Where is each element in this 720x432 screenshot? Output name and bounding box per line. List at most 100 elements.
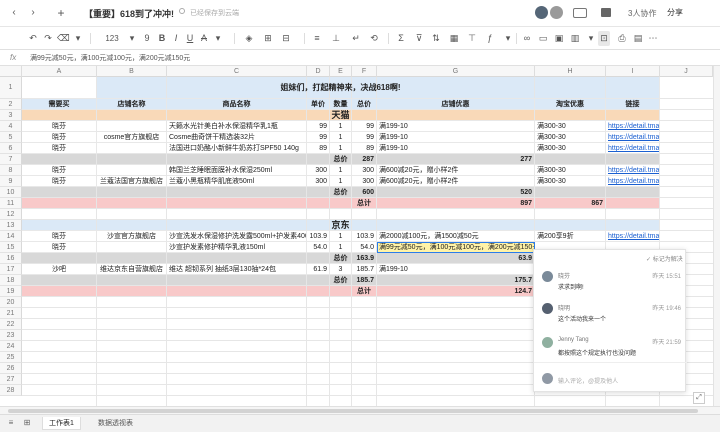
sheet-tab-1[interactable]: 工作表1 xyxy=(42,417,81,430)
cell-price[interactable]: 103.9 xyxy=(307,231,330,242)
align-left-icon[interactable]: ≡ xyxy=(311,31,323,46)
chart-icon[interactable]: ▥ xyxy=(569,31,581,46)
cell-shop-discount[interactable]: 满199-10 xyxy=(377,132,535,143)
font-size-icon[interactable]: 9 xyxy=(141,31,153,46)
cell-shop-discount[interactable]: 满600减20元，赠小样2件 xyxy=(377,176,535,187)
subtotal-discount[interactable]: 520 xyxy=(377,187,535,198)
cell-link[interactable]: https://detail.tmall xyxy=(606,121,660,132)
expand-icon[interactable]: ⤢ xyxy=(693,392,705,404)
cell-platform-discount[interactable]: 满300-30 xyxy=(535,176,606,187)
cell-product[interactable]: 沙宣护发素修护精华乳液150ml xyxy=(167,242,307,253)
cell-link[interactable]: https://detail.tmall xyxy=(606,143,660,154)
reply-input[interactable]: 输入评论，@提及他人 xyxy=(558,376,618,385)
link-icon[interactable]: ∞ xyxy=(521,31,533,46)
cell-qty[interactable]: 1 xyxy=(330,121,352,132)
cell-total[interactable]: 185.7 xyxy=(352,264,377,275)
number-format-icon[interactable]: 123 xyxy=(101,31,123,46)
row-header[interactable]: 8 xyxy=(0,165,22,176)
row-header[interactable]: 15 xyxy=(0,242,22,253)
cell-total[interactable]: 300 xyxy=(352,176,377,187)
chevron-down-icon[interactable]: ▾ xyxy=(502,31,514,46)
cell-product[interactable]: 维达 超韧系列 抽纸3层130抽*24包 xyxy=(167,264,307,275)
cell-buyer[interactable]: 晓芬 xyxy=(22,231,97,242)
view-mode-icon[interactable]: ⊡ xyxy=(598,31,610,46)
new-tab-icon[interactable]: + xyxy=(54,5,68,21)
cell-link[interactable]: https://detail.tmall xyxy=(606,231,660,242)
row-header[interactable]: 17 xyxy=(0,264,22,275)
scroll-thumb[interactable] xyxy=(8,409,698,413)
cell-platform-discount[interactable]: 满300-30 xyxy=(535,143,606,154)
document-title[interactable]: 【重要】618到了冲冲! xyxy=(84,7,174,20)
row-header[interactable]: 6 xyxy=(0,143,22,154)
row-header[interactable]: 3 xyxy=(0,110,22,121)
row-header[interactable]: 5 xyxy=(0,132,22,143)
header-shop-discount[interactable]: 店铺优惠 xyxy=(377,99,535,110)
row-header[interactable]: 9 xyxy=(0,176,22,187)
cell-shop-discount[interactable]: 满199-10 xyxy=(377,264,535,275)
row-header[interactable]: 13 xyxy=(0,220,22,231)
subtotal-label[interactable]: 总价 xyxy=(330,275,352,286)
cell-shop[interactable]: 沙宣官方旗舰店 xyxy=(97,231,167,242)
cell-price[interactable]: 99 xyxy=(307,132,330,143)
section-title-jd[interactable]: 京东 xyxy=(22,220,660,231)
bold-icon[interactable]: B xyxy=(156,31,168,46)
forward-icon[interactable]: › xyxy=(26,5,40,21)
chat-icon[interactable] xyxy=(601,8,611,17)
cell-link[interactable]: https://detail.tmall xyxy=(606,132,660,143)
chevron-down-icon[interactable]: ▾ xyxy=(213,31,223,46)
subtotal-value[interactable]: 163.9 xyxy=(352,253,377,264)
cell-total[interactable]: 99 xyxy=(352,132,377,143)
row-header[interactable]: 7 xyxy=(0,154,22,165)
cell-price[interactable]: 61.9 xyxy=(307,264,330,275)
row-header[interactable]: 23 xyxy=(0,330,22,341)
cell-platform-discount[interactable]: 满200享9折 xyxy=(535,231,606,242)
row-header[interactable]: 27 xyxy=(0,374,22,385)
italic-icon[interactable]: I xyxy=(170,31,182,46)
cell-shop[interactable]: 兰蔻法国官方旗舰店 xyxy=(97,176,167,187)
cell-qty[interactable]: 1 xyxy=(330,242,352,253)
row-header[interactable]: 22 xyxy=(0,319,22,330)
cell-product[interactable]: 兰蔻小黑瓶精华肌底液50ml xyxy=(167,176,307,187)
cell-qty[interactable]: 3 xyxy=(330,264,352,275)
undo-icon[interactable]: ↶ xyxy=(27,31,39,46)
subtotal-discount[interactable]: 175.7 xyxy=(377,275,535,286)
column-header[interactable]: G xyxy=(377,66,535,77)
row-header[interactable]: 12 xyxy=(0,209,22,220)
cell-product[interactable]: Cosme曲奇饼干精选装32片 xyxy=(167,132,307,143)
selected-cell[interactable] xyxy=(377,242,535,253)
header-price[interactable]: 单价 xyxy=(307,99,330,110)
select-all-corner[interactable] xyxy=(0,66,22,77)
clear-format-icon[interactable]: ▾ xyxy=(72,31,84,46)
cell-total[interactable]: 99 xyxy=(352,121,377,132)
subtotal-value[interactable]: 185.7 xyxy=(352,275,377,286)
grand-total-discount[interactable]: 124.7 xyxy=(377,286,535,297)
column-header[interactable]: H xyxy=(535,66,606,77)
row-header[interactable]: 16 xyxy=(0,253,22,264)
collaborators-label[interactable]: 3人协作 xyxy=(628,8,656,19)
section-title-tmall[interactable]: 天猫 xyxy=(22,110,660,121)
grand-total-discount[interactable]: 897 xyxy=(377,198,535,209)
row-header[interactable]: 10 xyxy=(0,187,22,198)
row-header[interactable]: 1 xyxy=(0,77,22,99)
cell-buyer[interactable]: 晓芬 xyxy=(22,143,97,154)
subtotal-label[interactable]: 总价 xyxy=(330,154,352,165)
cell-platform-discount[interactable]: 满300-30 xyxy=(535,132,606,143)
cell-product[interactable]: 法国进口奶酪小新鲜牛奶苏打SPF50 140g xyxy=(167,143,307,154)
cell-buyer[interactable]: 沙吧 xyxy=(22,264,97,275)
horizontal-scrollbar[interactable] xyxy=(0,406,720,414)
column-header[interactable]: A xyxy=(22,66,97,77)
conditional-format-icon[interactable]: ▦ xyxy=(448,31,460,46)
column-header[interactable]: F xyxy=(352,66,377,77)
column-header[interactable]: E xyxy=(330,66,352,77)
cell-total[interactable]: 54.0 xyxy=(352,242,377,253)
cell-qty[interactable]: 1 xyxy=(330,143,352,154)
strikethrough-icon[interactable]: A xyxy=(198,31,210,46)
row-header[interactable]: 24 xyxy=(0,341,22,352)
row-header[interactable]: 14 xyxy=(0,231,22,242)
cell-price[interactable]: 54.0 xyxy=(307,242,330,253)
vertical-scrollbar[interactable] xyxy=(713,66,720,406)
row-header[interactable]: 19 xyxy=(0,286,22,297)
cell-link[interactable]: https://detail.tmall xyxy=(606,165,660,176)
cell-qty[interactable]: 1 xyxy=(330,176,352,187)
share-button[interactable]: 分享 xyxy=(660,5,690,21)
